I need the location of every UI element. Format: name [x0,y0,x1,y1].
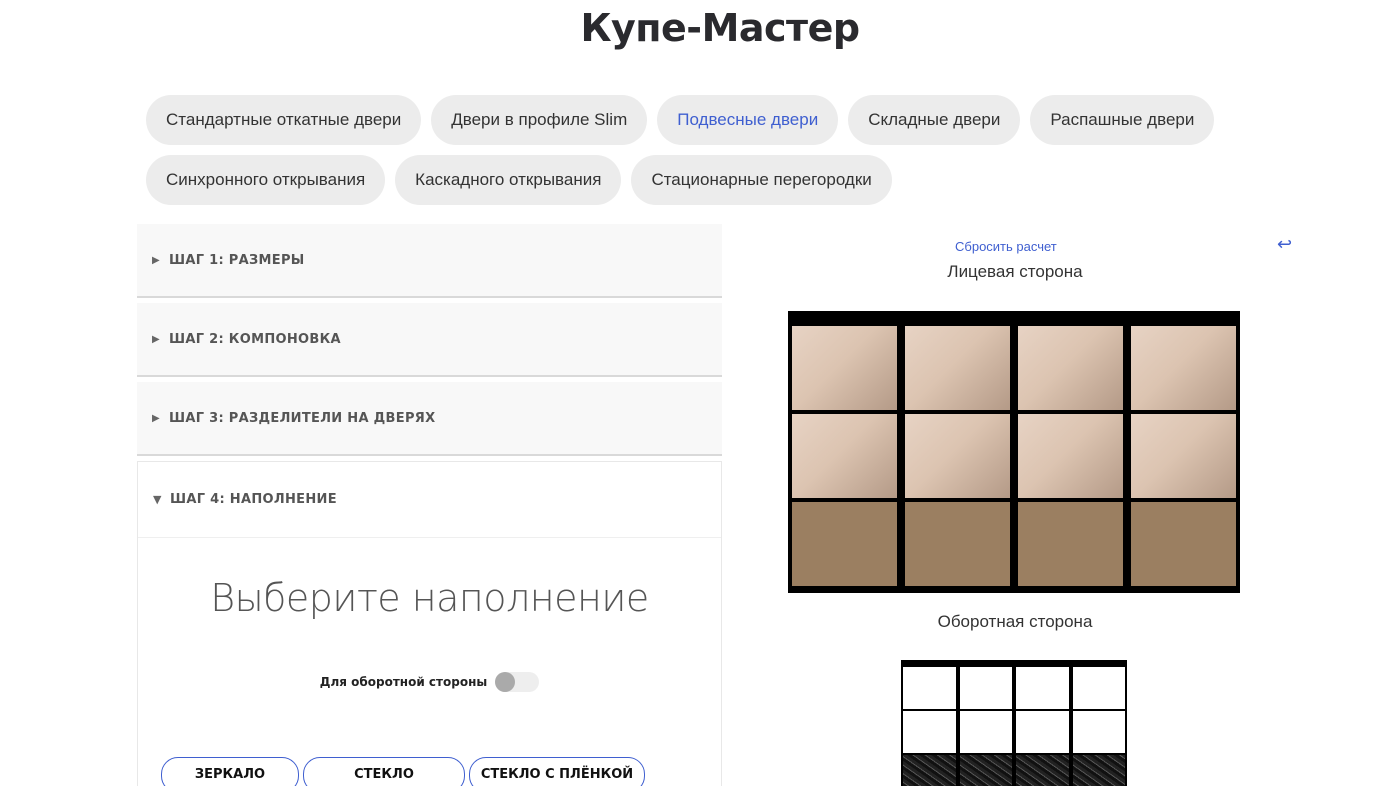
caret-right-icon: ▶ [152,333,160,345]
door-panel [959,755,1012,786]
back-door-preview [901,660,1127,786]
door-panel [1131,502,1236,586]
tab-standard-sliding[interactable]: Стандартные откатные двери [146,95,422,145]
door-panel [1072,755,1125,786]
door-panel [792,326,897,410]
back-side-toggle-label: Для оборотной стороны [319,675,488,689]
reset-calculation-link[interactable]: Сбросить расчет [955,239,1057,254]
toggle-knob [495,672,516,692]
tab-hanging-doors[interactable]: Подвесные двери [657,95,839,145]
door-panel [792,414,897,498]
page: Купе-Мастер Стандартные откатные двери Д… [0,0,1397,786]
tab-swing-doors[interactable]: Распашные двери [1030,95,1215,145]
app-title: Купе-Мастер [580,6,860,50]
tab-cascade[interactable]: Каскадного открывания [395,155,622,205]
door-panel [905,326,1010,410]
door-panel [1072,667,1125,709]
door-panel [1016,667,1069,709]
step-1-sizes[interactable]: ▶ ШАГ 1: РАЗМЕРЫ [137,224,722,298]
step-4-filling: ▼ ШАГ 4: НАПОЛНЕНИЕ Выберите наполнение … [137,461,722,786]
fill-type-buttons: ЗЕРКАЛО СТЕКЛО ПРОЗРАЧНОЕ СТЕКЛО С ПЛЁНК… [161,757,645,786]
door-panel [1131,414,1236,498]
step-label: ШАГ 3: РАЗДЕЛИТЕЛИ НА ДВЕРЯХ [169,410,436,426]
door-panel [959,711,1012,753]
door-panel [1072,711,1125,753]
door-panel [1131,326,1236,410]
caret-right-icon: ▶ [152,412,160,424]
back-side-toggle-row: Для оборотной стороны [138,672,721,692]
tab-synchronous[interactable]: Синхронного открывания [146,155,386,205]
back-side-label: Оборотная сторона [937,612,1093,631]
door-panel [959,667,1012,709]
fill-title: Выберите наполнение [210,576,649,620]
front-side-label: Лицевая сторона [947,262,1083,281]
door-panel [792,502,897,586]
tab-stationary-partitions[interactable]: Стационарные перегородки [631,155,892,205]
door-panel [1018,326,1123,410]
caret-right-icon: ▶ [152,254,160,266]
door-type-tabs: Стандартные откатные двери Двери в профи… [146,95,1246,215]
film-glass-button[interactable]: СТЕКЛО С ПЛЁНКОЙ [469,757,645,786]
mirror-button[interactable]: ЗЕРКАЛО [161,757,299,786]
back-side-toggle[interactable] [495,672,540,692]
undo-arrow-icon[interactable]: ↩ [1277,234,1292,255]
tab-folding-doors[interactable]: Складные двери [848,95,1021,145]
steps-accordion: ▶ ШАГ 1: РАЗМЕРЫ ▶ ШАГ 2: КОМПОНОВКА ▶ Ш… [137,224,722,786]
step-label: ШАГ 2: КОМПОНОВКА [169,331,341,347]
door-panel [1016,755,1069,786]
door-panel [1018,414,1123,498]
door-panel [905,414,1010,498]
step-4-header[interactable]: ▼ ШАГ 4: НАПОЛНЕНИЕ [138,462,721,538]
caret-down-icon: ▼ [153,493,162,506]
step-label: ШАГ 4: НАПОЛНЕНИЕ [170,492,337,507]
step-2-layout[interactable]: ▶ ШАГ 2: КОМПОНОВКА [137,303,722,377]
tab-slim-profile[interactable]: Двери в профиле Slim [431,95,648,145]
door-panel [903,667,956,709]
door-panel [903,711,956,753]
tab-row-2: Синхронного открывания Каскадного открыв… [146,155,1246,205]
door-panel [903,755,956,786]
door-panel [1016,711,1069,753]
step-label: ШАГ 1: РАЗМЕРЫ [169,252,305,268]
clear-glass-button[interactable]: СТЕКЛО ПРОЗРАЧНОЕ [303,757,465,786]
front-door-preview [788,311,1240,593]
tab-row-1: Стандартные откатные двери Двери в профи… [146,95,1246,145]
door-panel [1018,502,1123,586]
door-panel [905,502,1010,586]
step-3-dividers[interactable]: ▶ ШАГ 3: РАЗДЕЛИТЕЛИ НА ДВЕРЯХ [137,382,722,456]
